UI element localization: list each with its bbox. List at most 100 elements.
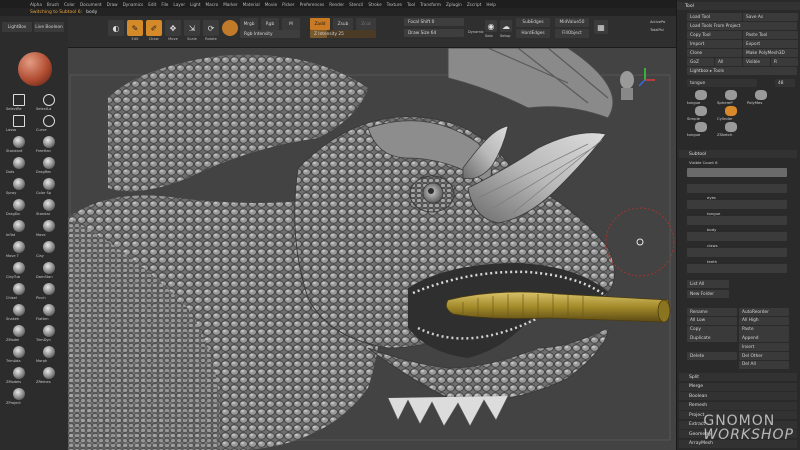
zproject-icon[interactable] <box>12 388 26 400</box>
trimdynamic-brush-icon[interactable] <box>42 325 56 337</box>
move-button[interactable]: ✥ <box>165 20 181 36</box>
subtool-action-0-1[interactable]: AutoReorder <box>739 308 789 316</box>
color-spray-icon[interactable] <box>42 178 56 190</box>
subtool-row[interactable] <box>687 216 787 225</box>
standard-brush-icon[interactable] <box>12 136 26 148</box>
focal-shift-slider[interactable]: Focal Shift 0 <box>404 18 464 26</box>
subtool-action-0-0[interactable]: Rename <box>687 308 737 316</box>
draw-size-slider[interactable]: Draw Size 64 <box>404 29 464 37</box>
menu-item-marker[interactable]: Marker <box>223 2 237 7</box>
morph-brush-icon[interactable] <box>42 346 56 358</box>
navigation-gizmo-icon[interactable] <box>620 68 655 100</box>
scale-button[interactable]: ⇲ <box>184 20 200 36</box>
move-topo-brush-icon[interactable] <box>12 241 26 253</box>
tool-button-2-1[interactable]: Paste Tool <box>743 31 798 39</box>
tool-name-field[interactable]: tongue <box>687 79 757 87</box>
menu-item-picker[interactable]: Picker <box>282 2 294 7</box>
subtool-action-2-0[interactable]: Copy <box>687 325 737 334</box>
lasso-icon[interactable] <box>12 115 26 127</box>
subtool-row[interactable] <box>687 200 787 209</box>
tool-button-0-0[interactable]: Load Tool <box>687 13 742 21</box>
tool-button-4-0[interactable]: Clone <box>687 49 742 57</box>
tool-thumbnail-icon[interactable] <box>725 122 737 132</box>
new-folder-button[interactable]: New Folder <box>687 290 729 298</box>
zremesher-icon[interactable] <box>42 367 56 379</box>
menu-item-material[interactable]: Material <box>243 2 260 7</box>
menu-item-alpha[interactable]: Alpha <box>30 2 42 7</box>
tool-thumbnail-icon[interactable] <box>725 90 737 100</box>
mid-value-button[interactable]: MidValue50 <box>555 18 589 27</box>
zmodeler-brush-icon[interactable] <box>12 325 26 337</box>
tool-value-field[interactable]: 48 <box>775 79 795 87</box>
subtool-row[interactable] <box>687 248 787 257</box>
damstandard-brush-icon[interactable] <box>42 262 56 274</box>
tool-button-4-1[interactable]: Make PolyMesh3D <box>743 49 798 57</box>
subtool-row[interactable] <box>687 264 787 273</box>
menu-item-dynamics[interactable]: Dynamics <box>123 2 144 7</box>
lightbox-sphere-icon[interactable]: ◐ <box>108 20 124 36</box>
menu-item-zplugin[interactable]: Zplugin <box>446 2 462 7</box>
claytubes-brush-icon[interactable] <box>12 262 26 274</box>
menu-item-draw[interactable]: Draw <box>107 2 118 7</box>
move-brush-icon[interactable] <box>42 220 56 232</box>
menu-item-stroke[interactable]: Stroke <box>368 2 381 7</box>
list-all-button[interactable]: List All <box>687 280 729 288</box>
live-boolean-button[interactable]: Live Boolean <box>34 22 64 32</box>
menu-item-render[interactable]: Render <box>329 2 344 7</box>
select-lasso-icon[interactable] <box>42 94 56 106</box>
draw-button[interactable]: ✐ <box>146 20 162 36</box>
subtool-action-6-1[interactable]: Del All <box>739 360 789 369</box>
select-rect-icon[interactable] <box>12 94 26 106</box>
menu-item-movie[interactable]: Movie <box>265 2 277 7</box>
tool-thumbnail-icon[interactable] <box>695 106 707 116</box>
clay-brush-icon[interactable] <box>42 241 56 253</box>
tool-button-0-1[interactable]: Save As <box>743 13 798 21</box>
tool-button-5-3[interactable]: R <box>771 58 798 66</box>
tool-button-3-1[interactable]: Export <box>743 40 798 48</box>
fill-object-button[interactable]: FillObject <box>555 29 589 38</box>
chisel-brush-icon[interactable] <box>12 283 26 295</box>
rgb-intensity-slider[interactable]: Rgb Intensity <box>240 30 300 38</box>
subtool-row[interactable] <box>687 184 787 193</box>
inflate-brush-icon[interactable] <box>12 220 26 232</box>
subpalette-split[interactable]: Split <box>679 373 797 381</box>
curve-icon[interactable] <box>42 115 56 127</box>
z-intensity-slider[interactable]: Z Intensity 25 <box>310 30 376 38</box>
tool-button-5-2[interactable]: Visible <box>743 58 770 66</box>
mrgb-button[interactable]: Mrgb <box>240 18 258 30</box>
solo-icon[interactable]: ◉ <box>485 20 497 32</box>
menu-item-stencil[interactable]: Stencil <box>349 2 363 7</box>
subtool-action-2-1[interactable]: Paste <box>739 325 789 334</box>
dragdot-icon[interactable] <box>12 199 26 211</box>
menu-item-macro[interactable]: Macro <box>206 2 219 7</box>
subtool-action-4-1[interactable]: Insert <box>739 343 789 352</box>
zadd-button[interactable]: Zadd <box>310 18 330 30</box>
tool-button-5-0[interactable]: GoZ <box>687 58 714 66</box>
menu-item-preferences[interactable]: Preferences <box>300 2 325 7</box>
rgb-button[interactable]: Rgb <box>261 18 279 30</box>
hard-edges-button[interactable]: HardEdges <box>516 29 550 38</box>
tool-thumbnail-icon[interactable] <box>695 122 707 132</box>
subpalette-remesh[interactable]: Remesh <box>679 401 797 410</box>
trimadaptive-brush-icon[interactable] <box>12 346 26 358</box>
tool-button-3-0[interactable]: Import <box>687 40 742 48</box>
menu-item-color[interactable]: Color <box>64 2 75 7</box>
material-swatch-icon[interactable] <box>222 20 238 36</box>
menu-item-texture[interactable]: Texture <box>387 2 402 7</box>
tool-button-2-0[interactable]: Copy Tool <box>687 31 742 39</box>
menu-item-brush[interactable]: Brush <box>47 2 59 7</box>
tool-button-5-1[interactable]: All <box>715 58 742 66</box>
menu-item-layer[interactable]: Layer <box>173 2 185 7</box>
tool-button-1-0[interactable]: Load Tools From Project <box>687 22 797 30</box>
menu-item-transform[interactable]: Transform <box>420 2 441 7</box>
dynamic-label[interactable]: Dynamic <box>468 30 484 34</box>
menu-item-help[interactable]: Help <box>486 2 496 7</box>
menu-item-edit[interactable]: Edit <box>148 2 156 7</box>
subpalette-boolean[interactable]: Boolean <box>679 392 797 400</box>
pinch-brush-icon[interactable] <box>42 283 56 295</box>
zmodels-icon[interactable] <box>12 367 26 379</box>
menu-item-document[interactable]: Document <box>80 2 102 7</box>
subtool-action-3-1[interactable]: Append <box>739 334 789 343</box>
setup-icon[interactable]: ☁ <box>500 20 512 32</box>
tool-palette-title[interactable]: Tool <box>677 2 800 10</box>
